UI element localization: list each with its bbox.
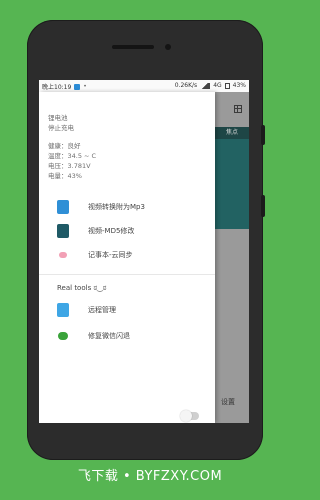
tab-focus[interactable]: 焦点 (215, 127, 249, 139)
notes-icon (57, 248, 69, 262)
network-type: 4G (213, 82, 222, 89)
menu-item-label: 修复微信闪退 (88, 332, 130, 340)
menu-item-notes-sync[interactable]: 记事本-云同步 (39, 245, 215, 265)
screen: 晚上10:19 • 0.26K/s 4G 43% 焦点 设置 锂电池 停止充电 … (39, 80, 249, 423)
battery-health: 健康：良好 (48, 142, 81, 150)
menu-item-convert-mp3[interactable]: 视频转换附为Mp3 (39, 197, 215, 217)
background-app: 焦点 设置 (215, 92, 249, 423)
notification-icon (74, 83, 81, 90)
theme-toggle[interactable] (180, 410, 199, 422)
navigation-drawer: 锂电池 停止充电 健康：良好 温度：34.5 ~ C 电压：3.781V 电量：… (39, 92, 215, 423)
speaker (112, 45, 154, 49)
battery-voltage: 电压：3.781V (48, 162, 91, 170)
menu-item-label: 视频-MD5修改 (88, 227, 135, 235)
battery-info: 锂电池 停止充电 健康：良好 温度：34.5 ~ C 电压：3.781V 电量：… (48, 113, 96, 181)
menu-item-label: 记事本-云同步 (88, 251, 133, 259)
front-camera (165, 44, 171, 50)
menu-item-remote-management[interactable]: 远程管理 (39, 300, 215, 320)
edit-file-icon (57, 224, 69, 238)
menu-item-fix-wechat[interactable]: 修复微信闪退 (39, 326, 215, 346)
menu-item-label: 视频转换附为Mp3 (88, 203, 145, 211)
battery-icon (224, 82, 230, 89)
background-content (215, 139, 249, 229)
battery-percentage: 电量：43% (48, 172, 82, 180)
notification-dot-icon: • (83, 83, 87, 90)
menu-item-label: 远程管理 (88, 306, 116, 314)
wifi-icon (200, 82, 211, 89)
network-speed: 0.26K/s (174, 82, 198, 89)
menu-item-md5-edit[interactable]: 视频-MD5修改 (39, 221, 215, 241)
wechat-icon (57, 329, 69, 343)
status-time: 晚上10:19 (42, 84, 72, 91)
grid-icon[interactable] (234, 105, 242, 113)
watermark: 飞下载 • BYFZXY.COM (77, 469, 223, 484)
remote-icon (57, 303, 69, 317)
battery-level: 43% (232, 82, 246, 89)
battery-type: 锂电池 (48, 114, 68, 122)
power-button (261, 195, 265, 217)
background-settings-label[interactable]: 设置 (221, 397, 235, 407)
toggle-knob[interactable] (180, 410, 192, 422)
section-title-real-tools: Real tools ಠ‿ಠ (57, 284, 107, 292)
background-toolbar (215, 92, 249, 127)
audio-file-icon (57, 200, 69, 214)
divider (39, 274, 215, 275)
charging-status: 停止充电 (48, 124, 74, 132)
status-bar: 晚上10:19 • 0.26K/s 4G 43% (39, 80, 249, 92)
battery-temperature: 温度：34.5 ~ C (48, 152, 97, 160)
volume-button (261, 125, 265, 145)
